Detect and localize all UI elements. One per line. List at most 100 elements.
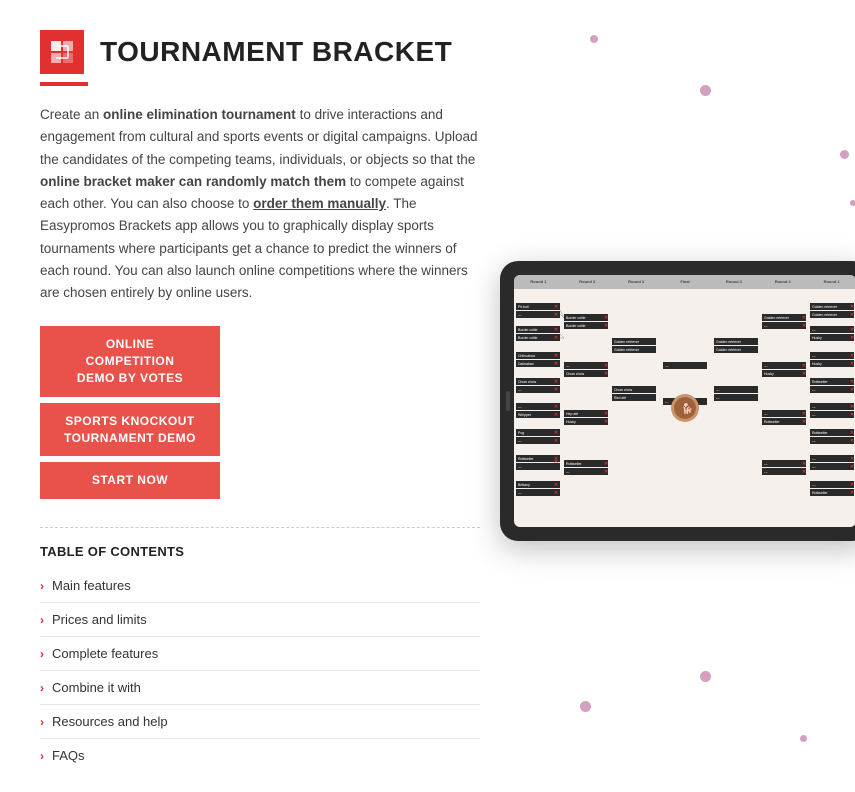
svg-text:Border collie: Border collie	[518, 336, 538, 340]
svg-text:Rottweiler: Rottweiler	[812, 380, 828, 384]
svg-text:✕: ✕	[554, 353, 558, 359]
svg-text:Hep afe: Hep afe	[566, 412, 578, 416]
toc-label-1: Main features	[52, 578, 131, 593]
svg-text:Rottweiler: Rottweiler	[812, 491, 828, 495]
desc-part1: Create an	[40, 107, 103, 122]
svg-text:Golden retriever: Golden retriever	[614, 348, 640, 352]
toc-label-2: Prices and limits	[52, 612, 147, 627]
svg-text:—: —	[812, 413, 816, 417]
sports-knockout-button[interactable]: SPORTS KNOCKOUTTOURNAMENT DEMO	[40, 403, 220, 457]
chevron-icon-1: ›	[40, 579, 44, 593]
svg-text:✕: ✕	[554, 430, 558, 436]
svg-text:✕: ✕	[604, 323, 608, 329]
svg-text:—: —	[764, 462, 768, 466]
svg-text:Brittany: Brittany	[518, 483, 530, 487]
toc-item-resources[interactable]: › Resources and help	[40, 705, 480, 739]
svg-text:—: —	[812, 439, 816, 443]
chevron-icon-6: ›	[40, 749, 44, 763]
dot-7	[800, 735, 807, 742]
title-underline	[40, 82, 88, 86]
svg-text:Golden retriever: Golden retriever	[764, 316, 790, 320]
svg-text:✕: ✕	[604, 411, 608, 417]
svg-text:✕: ✕	[802, 419, 806, 425]
svg-text:Golden retriever: Golden retriever	[812, 305, 838, 309]
svg-text:🐕: 🐕	[681, 402, 693, 415]
header-area: TOURNAMENT BRACKET	[40, 30, 480, 74]
col-r1: Round 1	[514, 275, 563, 289]
svg-text:✕: ✕	[554, 379, 558, 385]
tablet-screen: Round 1 Round 2 Round 3 Final Round 3 Ro…	[514, 275, 855, 527]
toc-label-6: FAQs	[52, 748, 85, 763]
svg-text:✕: ✕	[604, 371, 608, 377]
toc-label-4: Combine it with	[52, 680, 141, 695]
svg-text:Red afe: Red afe	[614, 396, 626, 400]
svg-text:✕: ✕	[850, 387, 854, 393]
svg-text:Dalmatian: Dalmatian	[518, 362, 534, 366]
svg-text:✕: ✕	[802, 363, 806, 369]
svg-text:✕: ✕	[802, 371, 806, 377]
start-now-button[interactable]: START NOW	[40, 462, 220, 499]
toc-item-prices[interactable]: › Prices and limits	[40, 603, 480, 637]
dot-1	[590, 35, 598, 43]
svg-text:✕: ✕	[850, 490, 854, 496]
svg-text:—: —	[812, 354, 816, 358]
toc-item-complete[interactable]: › Complete features	[40, 637, 480, 671]
svg-text:—: —	[812, 388, 816, 392]
svg-text:Whippet: Whippet	[518, 413, 531, 417]
svg-text:—: —	[716, 388, 720, 392]
svg-text:Border collie: Border collie	[518, 328, 538, 332]
col-r2: Round 2	[563, 275, 612, 289]
dot-2	[700, 85, 711, 96]
svg-text:✕: ✕	[604, 419, 608, 425]
svg-text:—: —	[812, 457, 816, 461]
right-panel: Round 1 Round 2 Round 3 Final Round 3 Ro…	[500, 30, 855, 772]
svg-text:✕: ✕	[554, 312, 558, 318]
toc-item-main-features[interactable]: › Main features	[40, 569, 480, 603]
toc-label-3: Complete features	[52, 646, 158, 661]
svg-text:—: —	[764, 470, 768, 474]
svg-text:✕: ✕	[802, 411, 806, 417]
chevron-icon-3: ›	[40, 647, 44, 661]
svg-text:✕: ✕	[850, 312, 854, 318]
svg-text:✕: ✕	[554, 438, 558, 444]
chevron-icon-5: ›	[40, 715, 44, 729]
svg-text:Pug: Pug	[518, 431, 524, 435]
svg-text:✕: ✕	[850, 304, 854, 310]
svg-text:Chow chow: Chow chow	[566, 372, 585, 376]
svg-text:—: —	[665, 364, 669, 368]
svg-text:Golden retriever: Golden retriever	[716, 340, 742, 344]
svg-text:Rottweiler: Rottweiler	[518, 457, 534, 461]
svg-text:—: —	[764, 364, 768, 368]
col-final: Final	[661, 275, 710, 289]
svg-text:Golden retriever: Golden retriever	[812, 313, 838, 317]
svg-text:✕: ✕	[802, 461, 806, 467]
svg-text:✕: ✕	[850, 438, 854, 444]
svg-text:—: —	[665, 400, 669, 404]
svg-text:Rottweiler: Rottweiler	[812, 431, 828, 435]
chevron-icon-4: ›	[40, 681, 44, 695]
dot-6	[700, 671, 711, 682]
bracket-svg: Pit bull ✕ — ✕ Border collie ✕ Border co…	[514, 289, 855, 527]
svg-text:✕: ✕	[850, 327, 854, 333]
dot-4	[850, 200, 855, 206]
svg-text:Pit bull: Pit bull	[518, 305, 529, 309]
svg-text:✕: ✕	[850, 482, 854, 488]
svg-text:✕: ✕	[554, 387, 558, 393]
col-r3: Round 3	[612, 275, 661, 289]
toc-item-combine[interactable]: › Combine it with	[40, 671, 480, 705]
online-competition-button[interactable]: ONLINE COMPETITIONDEMO BY VOTES	[40, 326, 220, 396]
svg-text:—: —	[518, 388, 522, 392]
svg-text:—: —	[518, 491, 522, 495]
toc-item-faqs[interactable]: › FAQs	[40, 739, 480, 772]
page-title: TOURNAMENT BRACKET	[100, 36, 452, 68]
svg-text:Husky: Husky	[812, 362, 822, 366]
left-panel: TOURNAMENT BRACKET Create an online elim…	[40, 30, 480, 772]
svg-text:✕: ✕	[604, 469, 608, 475]
svg-text:Border collie: Border collie	[566, 316, 586, 320]
chevron-icon-2: ›	[40, 613, 44, 627]
svg-text:✕: ✕	[802, 323, 806, 329]
svg-text:—: —	[566, 364, 570, 368]
desc-bold2: online bracket maker can randomly match …	[40, 174, 346, 189]
svg-text:✕: ✕	[802, 315, 806, 321]
toc-section: TABLE OF CONTENTS › Main features › Pric…	[40, 527, 480, 772]
